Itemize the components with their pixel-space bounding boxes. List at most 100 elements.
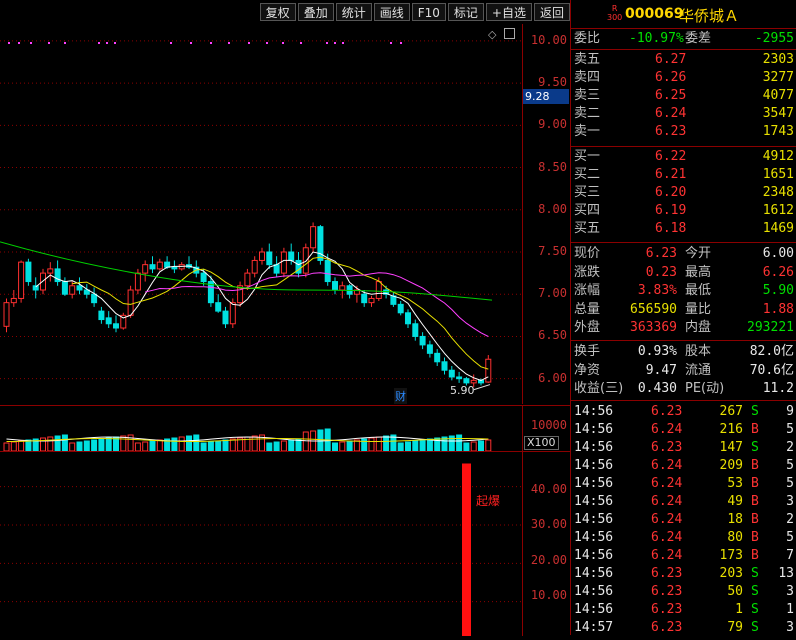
tick-volume: 50 [727, 584, 743, 599]
tick-row: 14:56 6.24 216 B 5 [571, 421, 796, 439]
fundamental-value-2: 70.6亿 [749, 362, 794, 378]
stock-name[interactable]: 华侨城Ａ [679, 5, 739, 26]
toolbar-button-4[interactable]: F10 [411, 3, 446, 21]
stat-value-2: 293221 [747, 320, 794, 335]
candle [113, 315, 119, 333]
ask-volume: 3547 [762, 106, 794, 121]
badge-top: R [611, 4, 618, 13]
tick-time: 14:56 [574, 422, 614, 437]
signal-dot [390, 42, 392, 44]
bid-price[interactable]: 6.20 [655, 184, 686, 202]
candle [61, 277, 68, 296]
ask-row: 卖三 6.25 4077 [571, 87, 796, 105]
candle [156, 258, 163, 271]
volume-bar [280, 440, 287, 452]
volume-bar [273, 441, 280, 452]
tick-volume: 80 [727, 530, 743, 545]
candle [280, 247, 287, 278]
volume-bar [98, 438, 105, 452]
signal-dot [334, 42, 336, 44]
volume-bar [83, 440, 90, 452]
tick-side: S [751, 620, 759, 635]
toolbar-button-7[interactable]: 返回 [533, 3, 570, 21]
bid-price[interactable]: 6.18 [655, 220, 686, 238]
weicha-value: -2955 [754, 31, 794, 46]
candlestick-chart[interactable]: 5.90 ◇ 财 [0, 24, 522, 404]
tick-time: 14:57 [574, 620, 614, 635]
fundamental-label: 净资 [574, 362, 601, 378]
tick-price: 6.23 [651, 404, 683, 419]
stat-value-2: 1.88 [762, 301, 794, 317]
stat-value-2: 6.26 [762, 264, 794, 280]
finance-badge[interactable]: 财 [394, 388, 407, 404]
stat-label-2: 量比 [685, 301, 712, 317]
candle [368, 295, 375, 307]
chart-toolbar: 复权 叠加 统计 画线 F10 标记 +自选 返回 [0, 0, 570, 24]
candle [25, 258, 32, 286]
ask-label: 卖三 [574, 88, 601, 103]
ask-price[interactable]: 6.23 [655, 123, 686, 141]
ask-volume: 4077 [762, 88, 794, 103]
tick-count: 5 [786, 422, 794, 437]
candle [251, 256, 258, 278]
candle [134, 268, 141, 295]
candle [405, 309, 411, 328]
stock-code[interactable]: 000069 [625, 6, 683, 22]
bid-price[interactable]: 6.21 [655, 166, 686, 184]
toolbar-button-2[interactable]: 统计 [335, 3, 372, 21]
toolbar-button-1[interactable]: 叠加 [297, 3, 334, 21]
candlestick-svg: 5.90 [0, 40, 522, 397]
signal-dot [98, 42, 100, 44]
ask-price[interactable]: 6.25 [655, 87, 686, 105]
signal-dot [300, 42, 302, 44]
signal-dot [266, 42, 268, 44]
signal-dot [210, 42, 212, 44]
stat-row: 外盘 363369 内盘 293221 [571, 319, 796, 337]
window-toggle-icon[interactable] [504, 28, 515, 39]
bid-price[interactable]: 6.22 [655, 148, 686, 166]
price-tick-label: 6.50 [538, 328, 567, 343]
diamond-icon[interactable]: ◇ [488, 28, 496, 41]
ask-price[interactable]: 6.24 [655, 105, 686, 123]
volume-chart[interactable] [0, 405, 522, 452]
ask-row: 卖四 6.26 3277 [571, 69, 796, 87]
tick-row: 14:56 6.24 18 B 2 [571, 511, 796, 529]
tick-time: 14:56 [574, 458, 614, 473]
stat-value: 0.23 [645, 264, 677, 280]
stat-label-2: 内盘 [685, 320, 712, 335]
candle [302, 243, 309, 278]
volume-bar [134, 442, 141, 452]
toolbar-buttons: 复权 叠加 统计 画线 F10 标记 +自选 返回 [258, 3, 570, 21]
tick-side: B [751, 422, 759, 437]
tick-count: 5 [786, 476, 794, 491]
signal-dot [18, 42, 20, 44]
tick-count: 5 [786, 530, 794, 545]
toolbar-button-0[interactable]: 复权 [259, 3, 296, 21]
toolbar-button-6[interactable]: +自选 [485, 3, 532, 21]
indicator-tick: 40.00 [530, 482, 567, 496]
ask-price[interactable]: 6.27 [655, 51, 686, 69]
hs300-badge-icon: R 300 [607, 4, 622, 22]
volume-bar [193, 434, 200, 452]
stat-value: 6.23 [645, 246, 677, 261]
bid-price[interactable]: 6.19 [655, 202, 686, 220]
signal-dot [8, 42, 10, 44]
signal-dot [326, 42, 328, 44]
signal-dot [282, 42, 284, 44]
price-tick-label: 8.50 [538, 159, 567, 174]
tick-count: 1 [786, 602, 794, 617]
toolbar-button-3[interactable]: 画线 [373, 3, 410, 21]
indicator-chart[interactable]: 起爆 [0, 451, 522, 636]
tick-side: B [751, 530, 759, 545]
volume-bar [222, 439, 229, 452]
bid-row: 买二 6.21 1651 [571, 166, 796, 184]
volume-bar [186, 435, 192, 452]
ask-volume: 2303 [762, 52, 794, 67]
volume-bar [361, 438, 368, 452]
ask-price[interactable]: 6.26 [655, 69, 686, 87]
tick-time: 14:56 [574, 548, 614, 563]
toolbar-button-5[interactable]: 标记 [447, 3, 484, 21]
tick-row: 14:56 6.24 173 B 7 [571, 547, 796, 565]
candle [346, 284, 353, 299]
volume-bar [419, 439, 426, 452]
